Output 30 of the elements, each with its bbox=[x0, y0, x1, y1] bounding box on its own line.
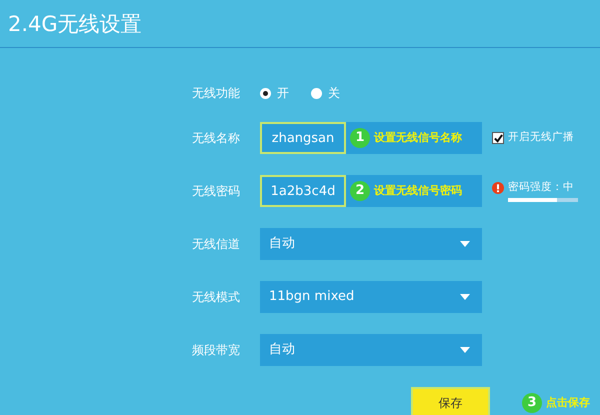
field-label: 无线名称 bbox=[192, 130, 241, 147]
caret-icon bbox=[460, 294, 470, 300]
field-label: 频段带宽 bbox=[192, 342, 241, 359]
input-field[interactable]: zhangsan bbox=[260, 122, 346, 154]
strength-label: 密码强度：中 bbox=[508, 180, 575, 195]
checkbox[interactable] bbox=[492, 132, 504, 144]
warning-icon bbox=[492, 182, 504, 194]
dropdown[interactable]: 11bgn mixed bbox=[260, 281, 482, 313]
page-title: 2.4G无线设置 bbox=[0, 0, 600, 48]
dropdown[interactable]: 自动 bbox=[260, 334, 482, 366]
field-label: 无线密码 bbox=[192, 183, 241, 200]
field-label: 无线模式 bbox=[192, 289, 241, 306]
radio-label[interactable]: 开 bbox=[277, 84, 289, 102]
step-number: 2 bbox=[350, 181, 370, 201]
checkbox-label[interactable]: 开启无线广播 bbox=[508, 130, 574, 146]
caret-icon bbox=[460, 241, 470, 247]
callout-text: 设置无线信号密码 bbox=[374, 182, 462, 199]
callout-text: 点击保存 bbox=[546, 394, 590, 411]
input-field[interactable]: 1a2b3c4d bbox=[260, 175, 346, 207]
caret-icon bbox=[460, 347, 470, 353]
radio-button[interactable] bbox=[311, 88, 322, 98]
step-number: 1 bbox=[350, 128, 370, 148]
step-number: 3 bbox=[522, 393, 542, 413]
field-label: 无线功能 bbox=[192, 85, 241, 102]
dropdown[interactable]: 自动 bbox=[260, 228, 482, 260]
radio-button[interactable] bbox=[260, 88, 271, 98]
field-label: 无线信道 bbox=[192, 236, 241, 253]
callout-text: 设置无线信号名称 bbox=[374, 130, 462, 146]
save-button[interactable]: 保存 bbox=[411, 387, 490, 415]
radio-label[interactable]: 关 bbox=[328, 84, 340, 102]
